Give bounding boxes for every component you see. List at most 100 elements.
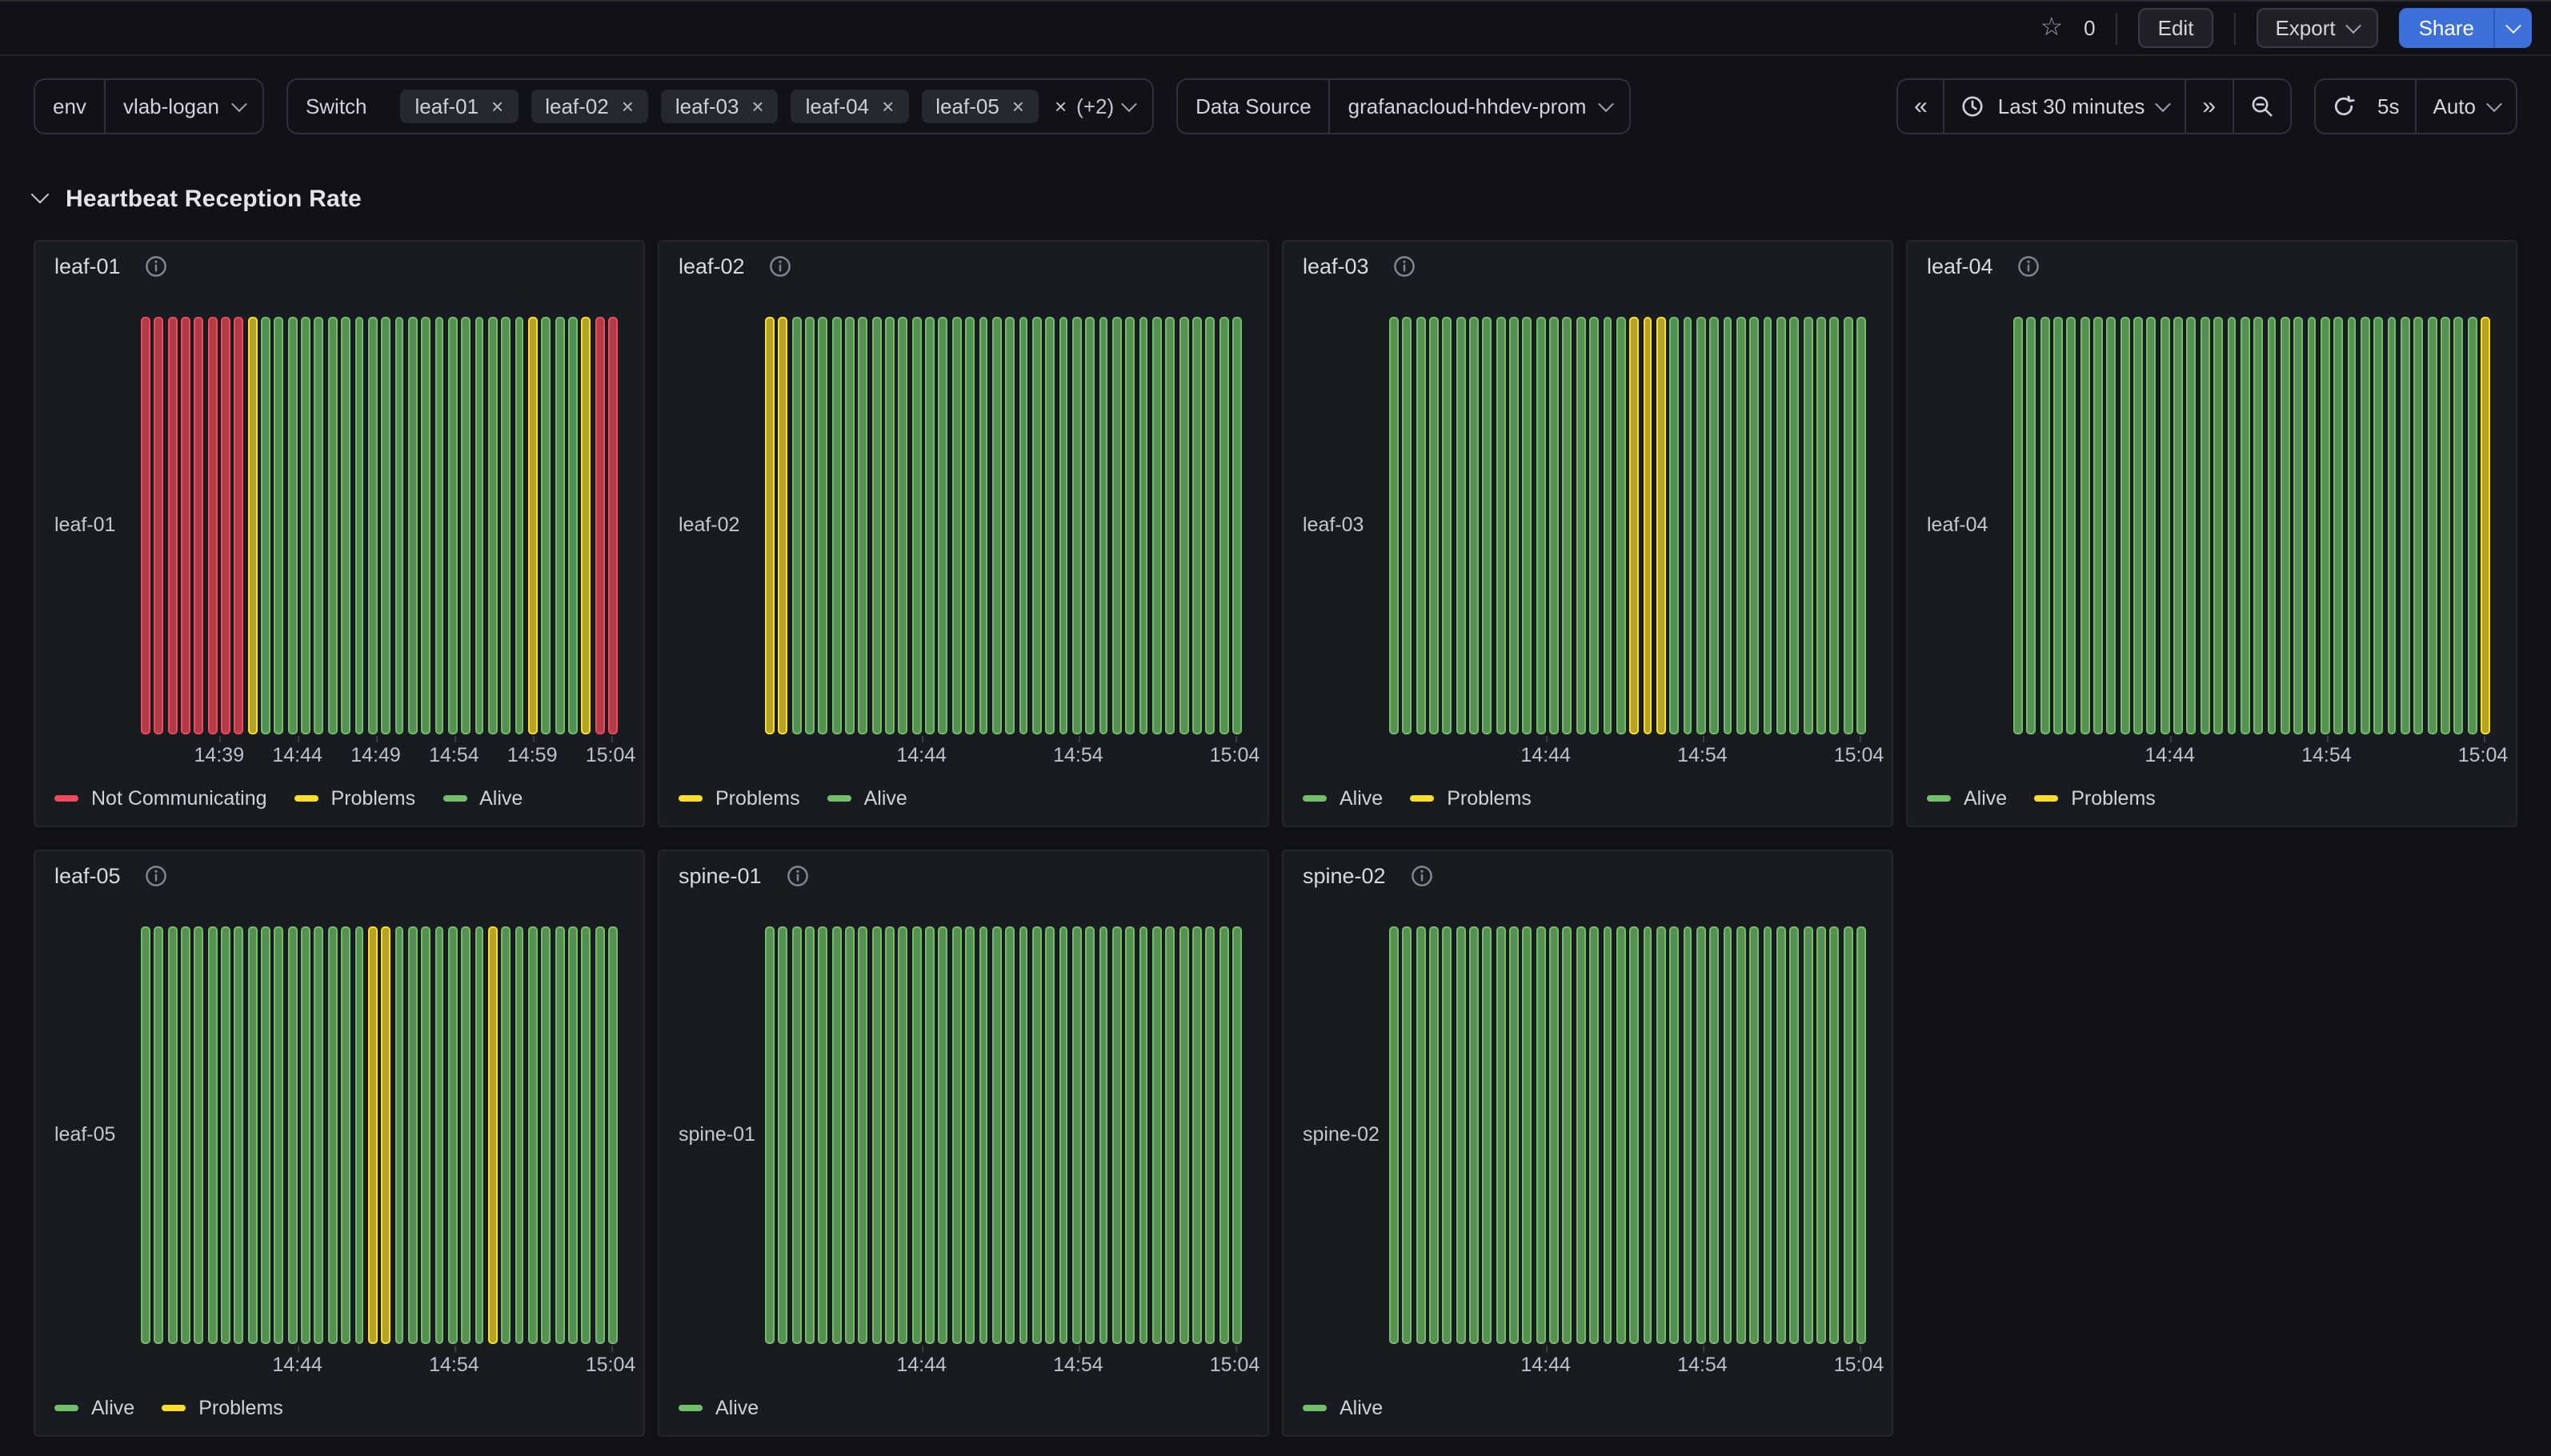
- info-icon[interactable]: [2017, 254, 2041, 278]
- info-icon[interactable]: [769, 254, 793, 278]
- remove-chip-icon[interactable]: ×: [751, 96, 763, 117]
- legend-item-alive[interactable]: Alive: [1927, 787, 2007, 810]
- x-axis-tick: [2326, 736, 2328, 742]
- switch-filter-chip[interactable]: leaf-05×: [921, 90, 1039, 123]
- state-bar-alive: [154, 926, 164, 1344]
- state-bar-alive: [1045, 926, 1055, 1344]
- info-icon[interactable]: [145, 254, 169, 278]
- zoom-out-icon: [2249, 94, 2273, 118]
- zoom-out-button[interactable]: [2232, 80, 2289, 133]
- panel-title[interactable]: spine-02: [1303, 864, 1386, 888]
- panel-header: spine-01: [659, 851, 1267, 901]
- clear-all-icon[interactable]: ×: [1055, 94, 1067, 118]
- refresh-button[interactable]: 5s: [2315, 80, 2415, 133]
- legend-item-problems[interactable]: Problems: [162, 1397, 283, 1419]
- switch-filter-chip[interactable]: leaf-02×: [531, 90, 648, 123]
- state-bar-notcomm: [194, 317, 204, 734]
- export-button[interactable]: Export: [2256, 8, 2378, 48]
- state-bar-alive: [261, 317, 270, 734]
- info-icon[interactable]: [1393, 254, 1417, 278]
- state-timeline-plot[interactable]: [1389, 926, 1866, 1344]
- panel-title[interactable]: leaf-02: [679, 254, 745, 278]
- state-bar-alive: [1496, 926, 1506, 1344]
- state-bar-alive: [1416, 926, 1425, 1344]
- section-title: Heartbeat Reception Rate: [66, 186, 362, 213]
- state-bar-alive: [1059, 926, 1068, 1344]
- legend-item-alive[interactable]: Alive: [54, 1397, 134, 1419]
- remove-chip-icon[interactable]: ×: [491, 96, 503, 117]
- legend-item-alive[interactable]: Alive: [443, 787, 523, 810]
- state-bar-alive: [1456, 317, 1465, 734]
- remove-chip-icon[interactable]: ×: [1012, 96, 1024, 117]
- legend-item-alive[interactable]: Alive: [827, 787, 907, 810]
- legend-item-problems[interactable]: Problems: [679, 787, 800, 810]
- x-axis-tick-label: 14:54: [1677, 1354, 1728, 1376]
- legend-item-problems[interactable]: Problems: [2034, 787, 2156, 810]
- legend-item-alive[interactable]: Alive: [1303, 1397, 1383, 1419]
- state-bar-alive: [845, 926, 855, 1344]
- panel-title[interactable]: leaf-01: [54, 254, 121, 278]
- panel-title[interactable]: leaf-04: [1927, 254, 1993, 278]
- x-axis-tick: [611, 1346, 612, 1352]
- state-bar-alive: [1219, 317, 1228, 734]
- legend-item-problems[interactable]: Problems: [294, 787, 416, 810]
- state-bar-alive: [1710, 926, 1720, 1344]
- legend-item-alive[interactable]: Alive: [1303, 787, 1383, 810]
- info-icon[interactable]: [1410, 864, 1434, 888]
- info-icon[interactable]: [786, 864, 810, 888]
- info-icon[interactable]: [145, 864, 169, 888]
- state-timeline-plot[interactable]: [141, 317, 618, 734]
- legend-item-alive[interactable]: Alive: [679, 1397, 759, 1419]
- state-bar-alive: [1206, 926, 1215, 1344]
- legend-label: Alive: [1340, 1397, 1383, 1419]
- state-timeline-plot[interactable]: [141, 926, 618, 1344]
- state-timeline-plot[interactable]: [2013, 317, 2490, 734]
- panel-title[interactable]: leaf-03: [1303, 254, 1369, 278]
- x-axis-tick: [1859, 1346, 1860, 1352]
- state-bar-alive: [1856, 926, 1866, 1344]
- legend-item-problems[interactable]: Problems: [1410, 787, 1532, 810]
- state-bar-alive: [1683, 926, 1692, 1344]
- remove-chip-icon[interactable]: ×: [622, 96, 634, 117]
- share-menu-button[interactable]: [2493, 8, 2532, 48]
- legend-label: Problems: [715, 787, 800, 810]
- refresh-interval-picker[interactable]: Auto: [2416, 80, 2517, 133]
- legend-item-notcomm[interactable]: Not Communicating: [54, 787, 267, 810]
- switch-filter-chip[interactable]: leaf-03×: [661, 90, 779, 123]
- switch-filter-chip[interactable]: leaf-01×: [401, 90, 519, 123]
- state-bar-alive: [2387, 317, 2397, 734]
- state-bar-alive: [819, 926, 828, 1344]
- switch-filter-chip[interactable]: leaf-04×: [791, 90, 909, 123]
- state-bar-alive: [885, 926, 895, 1344]
- y-axis-label: leaf-02: [679, 514, 739, 536]
- time-range-picker[interactable]: Last 30 minutes: [1944, 80, 2185, 133]
- x-axis-tick: [922, 736, 923, 742]
- state-bar-alive: [368, 317, 378, 734]
- panel-title[interactable]: spine-01: [679, 864, 762, 888]
- state-bar-alive: [1563, 926, 1572, 1344]
- state-timeline-plot[interactable]: [765, 926, 1242, 1344]
- remove-chip-icon[interactable]: ×: [882, 96, 894, 117]
- y-axis-label: spine-01: [679, 1123, 755, 1146]
- star-icon[interactable]: ☆: [2040, 15, 2063, 41]
- row-section-header[interactable]: Heartbeat Reception Rate: [34, 186, 2517, 213]
- state-bar-alive: [1206, 317, 1215, 734]
- state-timeline-plot[interactable]: [765, 317, 1242, 734]
- edit-button[interactable]: Edit: [2139, 8, 2213, 48]
- state-bar-alive: [1179, 317, 1188, 734]
- time-shift-back-button[interactable]: «: [1898, 80, 1944, 133]
- state-bar-alive: [1469, 926, 1479, 1344]
- panel-title[interactable]: leaf-05: [54, 864, 121, 888]
- state-bar-alive: [2307, 317, 2317, 734]
- env-variable-value[interactable]: vlab-logan: [104, 80, 262, 133]
- share-button[interactable]: Share: [2400, 8, 2493, 48]
- export-button-label: Export: [2275, 16, 2335, 40]
- state-bar-alive: [1576, 317, 1586, 734]
- x-axis-tick-label: 14:54: [1053, 1354, 1103, 1376]
- state-timeline-plot[interactable]: [1389, 317, 1866, 734]
- datasource-value[interactable]: grafanacloud-hhdev-prom: [1329, 80, 1630, 133]
- switch-filter-more[interactable]: × (+2): [1055, 80, 1152, 133]
- state-bar-alive: [1483, 317, 1492, 734]
- time-shift-forward-button[interactable]: »: [2185, 80, 2232, 133]
- state-bar-alive: [448, 317, 458, 734]
